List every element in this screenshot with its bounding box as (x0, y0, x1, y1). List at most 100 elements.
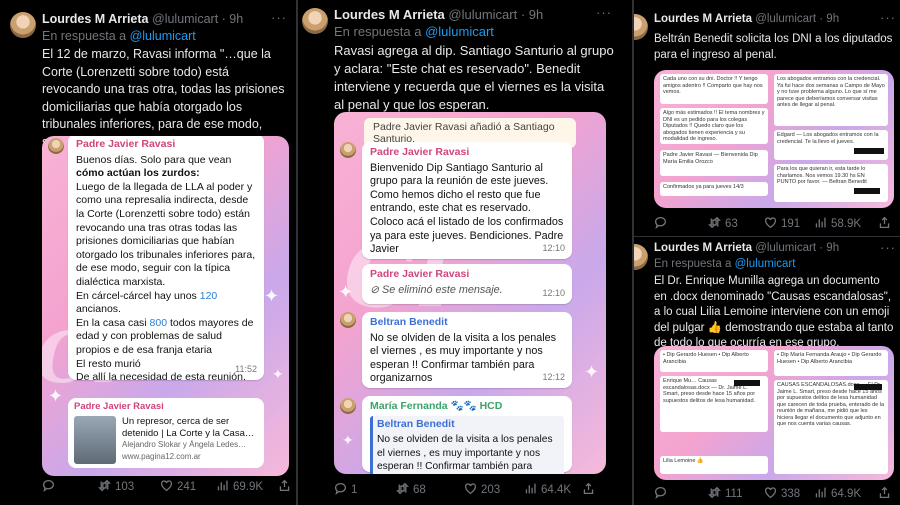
views-button[interactable]: 64.9K (814, 486, 861, 502)
author-name[interactable]: Lourdes M Arrieta (42, 12, 149, 26)
tweet-actions: 63 191 58.9K (654, 216, 894, 232)
chat-snippet: • Dip Gerardo Huesen • Dip Alberto Aranc… (660, 350, 768, 372)
views-icon (216, 479, 229, 495)
heart-icon (764, 486, 777, 502)
deleted-icon: ⊘ (370, 283, 383, 296)
retweet-button[interactable]: 63 (708, 216, 738, 232)
like-button[interactable]: 203 (464, 482, 500, 498)
author-handle[interactable]: @lulumicart (755, 13, 816, 25)
views-count: 64.4K (541, 484, 572, 496)
more-icon[interactable]: ··· (880, 240, 896, 255)
like-count: 241 (177, 481, 197, 493)
author-handle[interactable]: @lulumicart (152, 12, 218, 26)
sender-avatar (48, 138, 64, 154)
reply-handle-link[interactable]: @lulumicart (130, 29, 196, 43)
avatar[interactable] (302, 8, 328, 34)
avatar[interactable] (10, 12, 36, 38)
link-url: www.pagina12.com.ar (122, 452, 201, 461)
reply-button[interactable] (654, 486, 671, 502)
tweet-actions: 103 241 69.9K (42, 479, 292, 495)
views-button[interactable]: 58.9K (814, 216, 861, 232)
retweet-button[interactable]: 68 (396, 482, 426, 498)
share-button[interactable] (878, 216, 891, 232)
more-icon[interactable]: ··· (596, 5, 612, 20)
tweet-image[interactable]: Cl ✦ ✦ ✦ Padre Javier Ravasi añadió a Sa… (334, 112, 606, 474)
share-button[interactable] (878, 486, 891, 502)
redaction-bar (854, 384, 882, 390)
views-count: 64.9K (831, 488, 862, 500)
tweet-panel-3: Lourdes M Arrieta @lulumicart · 9h ··· B… (634, 0, 900, 505)
views-button[interactable]: 64.4K (524, 482, 571, 498)
tweet-actions: 1 68 203 64.4K (334, 482, 614, 498)
tweet-image[interactable]: • Dip Gerardo Huesen • Dip Alberto Aranc… (654, 346, 894, 480)
tweet-time[interactable]: · 9h (819, 13, 839, 25)
retweet-icon (396, 482, 409, 498)
reply-button[interactable] (42, 479, 59, 495)
number-link[interactable]: 120 (200, 290, 218, 302)
author-handle[interactable]: @lulumicart (448, 7, 517, 22)
like-count: 338 (781, 488, 801, 500)
sender-avatar (340, 312, 356, 328)
bubble-text: No se olviden de la visita a los penales… (370, 331, 557, 385)
like-button[interactable]: 338 (764, 486, 800, 502)
text-span: En cárcel-cárcel hay unos (76, 289, 200, 302)
reply-handle-link[interactable]: @lulumicart (735, 258, 796, 270)
share-icon (878, 216, 891, 232)
sparkle-icon: ✦ (264, 286, 280, 306)
more-icon[interactable]: ··· (880, 10, 896, 25)
reply-prefix: En respuesta a (654, 258, 732, 270)
reply-context: En respuesta a @lulumicart (654, 258, 795, 270)
retweet-count: 103 (115, 481, 135, 493)
share-icon (278, 479, 291, 495)
quoted-sender: Beltran Benedit (377, 417, 455, 430)
chat-bubble: Padre Javier Ravasi Bienvenido Dip Santi… (362, 142, 572, 259)
heart-icon (764, 216, 777, 232)
retweet-button[interactable]: 111 (708, 486, 742, 502)
share-button[interactable] (582, 482, 595, 498)
tweet-header: Lourdes M Arrieta @lulumicart · 9h (654, 13, 839, 25)
views-button[interactable]: 69.9K (216, 479, 263, 495)
number-link[interactable]: 800 (150, 317, 168, 329)
views-icon (524, 482, 537, 498)
redaction-bar (854, 188, 880, 194)
quoted-text: No se olviden de la visita a los penales… (377, 434, 553, 473)
link-preview[interactable]: Padre Javier Ravasi Un represor, cerca d… (68, 398, 264, 468)
bubble-sender: Padre Javier Ravasi (76, 138, 176, 150)
author-name[interactable]: Lourdes M Arrieta (334, 7, 445, 22)
reply-button[interactable]: 1 (334, 482, 357, 498)
bubble-time: 11:52 (235, 364, 257, 375)
share-button[interactable] (278, 479, 291, 495)
chat-snippet: • Dip María Fernanda Araujo • Dip Gerard… (774, 350, 888, 376)
heart-icon (160, 479, 173, 495)
tweet-panel-1: Lourdes M Arrieta @lulumicart · 9h ··· E… (0, 0, 296, 505)
like-button[interactable]: 241 (160, 479, 196, 495)
quoted-message[interactable]: Beltran Benedit No se olviden de la visi… (370, 415, 564, 474)
chat-snippet: Los abogados entramos con la credencial.… (774, 74, 888, 126)
like-count: 203 (481, 484, 501, 496)
author-name[interactable]: Lourdes M Arrieta (654, 242, 752, 254)
more-icon[interactable]: ··· (271, 10, 287, 25)
views-icon (814, 216, 827, 232)
author-name[interactable]: Lourdes M Arrieta (654, 13, 752, 25)
chat-snippet: Algo más estimados !! El tema nombres y … (660, 108, 768, 144)
avatar[interactable] (634, 244, 648, 270)
reply-button[interactable] (654, 216, 671, 232)
like-button[interactable]: 191 (764, 216, 800, 232)
chat-snippet: Confirmados ya para jueves 14/3 (660, 182, 768, 196)
link-sender: Padre Javier Ravasi (74, 401, 164, 412)
tweet-text: Ravasi agrega al dip. Santiago Santurio … (334, 43, 614, 112)
retweet-button[interactable]: 103 (98, 479, 134, 495)
reply-icon (42, 479, 55, 495)
reply-handle-link[interactable]: @lulumicart (425, 24, 494, 39)
tweet-image[interactable]: Cl ✦ ✦ ✦ Padre Javier Ravasi Buenos días… (42, 136, 289, 476)
text-span: En la casa casi (76, 316, 150, 329)
tweet-time[interactable]: · 9h (222, 12, 244, 26)
tweet-time[interactable]: · 9h (819, 242, 839, 254)
tweet-image[interactable]: Cada uno con su dni. Doctor !! Y tengo a… (654, 70, 894, 208)
redaction-bar (854, 148, 884, 154)
sparkle-icon: ✦ (342, 432, 354, 448)
tweet-time[interactable]: · 9h (521, 7, 543, 22)
heart-icon (464, 482, 477, 498)
avatar[interactable] (634, 14, 648, 40)
author-handle[interactable]: @lulumicart (755, 242, 816, 254)
